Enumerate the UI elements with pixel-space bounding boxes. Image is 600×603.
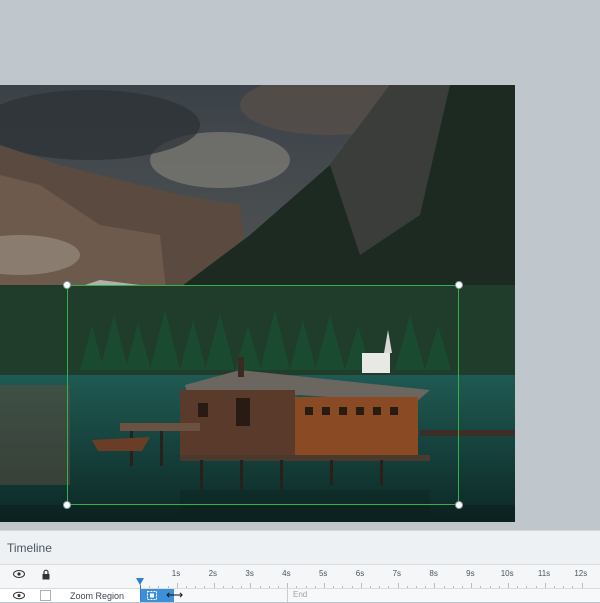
time-ruler[interactable]: 1s 2s 3s 4s 5s 6s 7s 8s 9s 10s 11s 12s bbox=[140, 565, 600, 589]
ruler-label: 2s bbox=[208, 569, 218, 578]
ruler-label: 3s bbox=[245, 569, 254, 578]
zoom-region-outline[interactable] bbox=[67, 285, 459, 505]
zoom-region-handle-bottom-right[interactable] bbox=[455, 501, 463, 509]
timeline-title: Timeline bbox=[7, 541, 52, 555]
track-lock-checkbox[interactable] bbox=[40, 590, 51, 601]
zoom-region-icon bbox=[146, 591, 157, 600]
playhead-marker[interactable] bbox=[136, 578, 144, 585]
end-marker: End bbox=[287, 589, 600, 602]
ruler-label: 11s bbox=[537, 569, 551, 578]
end-label: End bbox=[293, 590, 308, 599]
stage-canvas bbox=[0, 0, 600, 530]
zoom-region-handle-top-left[interactable] bbox=[63, 281, 71, 289]
ruler-label: 5s bbox=[318, 569, 328, 578]
ruler-label: 1s bbox=[171, 569, 181, 578]
ruler-label: 9s bbox=[466, 569, 475, 578]
ruler-label: 8s bbox=[429, 569, 438, 578]
playhead-line bbox=[140, 585, 141, 601]
ruler-label: 6s bbox=[355, 569, 365, 578]
eye-icon[interactable] bbox=[12, 569, 26, 583]
ruler-label: 4s bbox=[282, 569, 291, 578]
lock-icon[interactable] bbox=[39, 569, 53, 583]
ruler-label: 7s bbox=[392, 569, 402, 578]
ruler-label: 12s bbox=[574, 569, 588, 578]
zoom-region-handle-bottom-left[interactable] bbox=[63, 501, 71, 509]
eye-icon[interactable] bbox=[12, 591, 26, 602]
horizontal-resize-cursor-icon: ⟷ bbox=[166, 588, 184, 602]
ruler-label: 10s bbox=[500, 569, 514, 578]
zoom-region-handle-top-right[interactable] bbox=[455, 281, 463, 289]
timeline-panel: Timeline 1s 2s 3s 4s 5s 6s 7s 8s 9s 10s 11s 12s Zoo… bbox=[0, 530, 600, 602]
timeline-header-row: 1s 2s 3s 4s 5s 6s 7s 8s 9s 10s 11s 12s bbox=[0, 564, 600, 589]
